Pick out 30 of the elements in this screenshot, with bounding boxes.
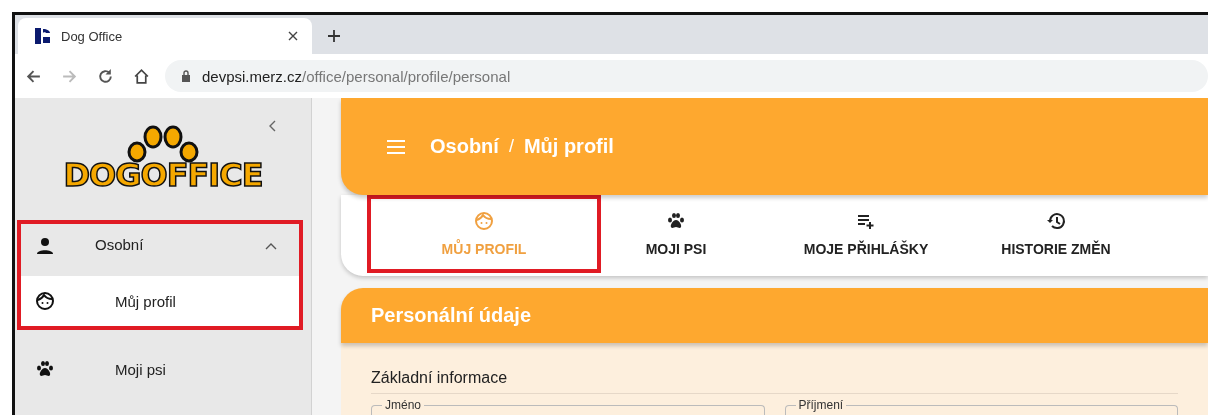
reload-icon[interactable] (97, 67, 114, 85)
logo-text: DOGOFFICE (63, 156, 263, 194)
site-logo-icon (33, 26, 53, 46)
input-field[interactable]: Jméno (371, 398, 765, 415)
new-tab-icon[interactable] (327, 29, 341, 43)
sidebar-item[interactable]: Osobní (21, 224, 299, 276)
person-icon (35, 236, 55, 256)
collapse-icon[interactable] (268, 120, 276, 132)
tab[interactable]: HISTORIE ZMĚN (981, 195, 1131, 273)
sidebar-item[interactable]: Moji psi (21, 344, 299, 394)
card-title: Personální údaje (371, 304, 532, 327)
tab-title: Dog Office (61, 28, 124, 44)
breadcrumb-separator: / (508, 136, 514, 157)
face-icon (35, 291, 55, 311)
home-icon[interactable] (133, 67, 150, 85)
browser-tab[interactable]: Dog Office (18, 18, 312, 54)
input-field[interactable]: Příjmení (784, 398, 1178, 415)
history-icon (1046, 211, 1066, 231)
address-field[interactable]: devpsi.merz.cz/office/personal/profile/personal (165, 60, 1208, 92)
tab[interactable]: MOJE PŘIHLÁŠKY (751, 195, 981, 273)
section-title: Základní informace (371, 369, 1178, 394)
sidebar-item[interactable]: Můj profil (21, 276, 299, 326)
lock-icon (181, 70, 191, 82)
paw-icon (666, 211, 686, 231)
paw-icon (35, 359, 55, 379)
tab[interactable]: MOJI PSI (601, 195, 751, 273)
close-icon[interactable] (288, 31, 298, 41)
chevron-icon (265, 242, 277, 250)
face-icon (474, 211, 494, 231)
breadcrumb-item: Můj profil (523, 135, 614, 158)
